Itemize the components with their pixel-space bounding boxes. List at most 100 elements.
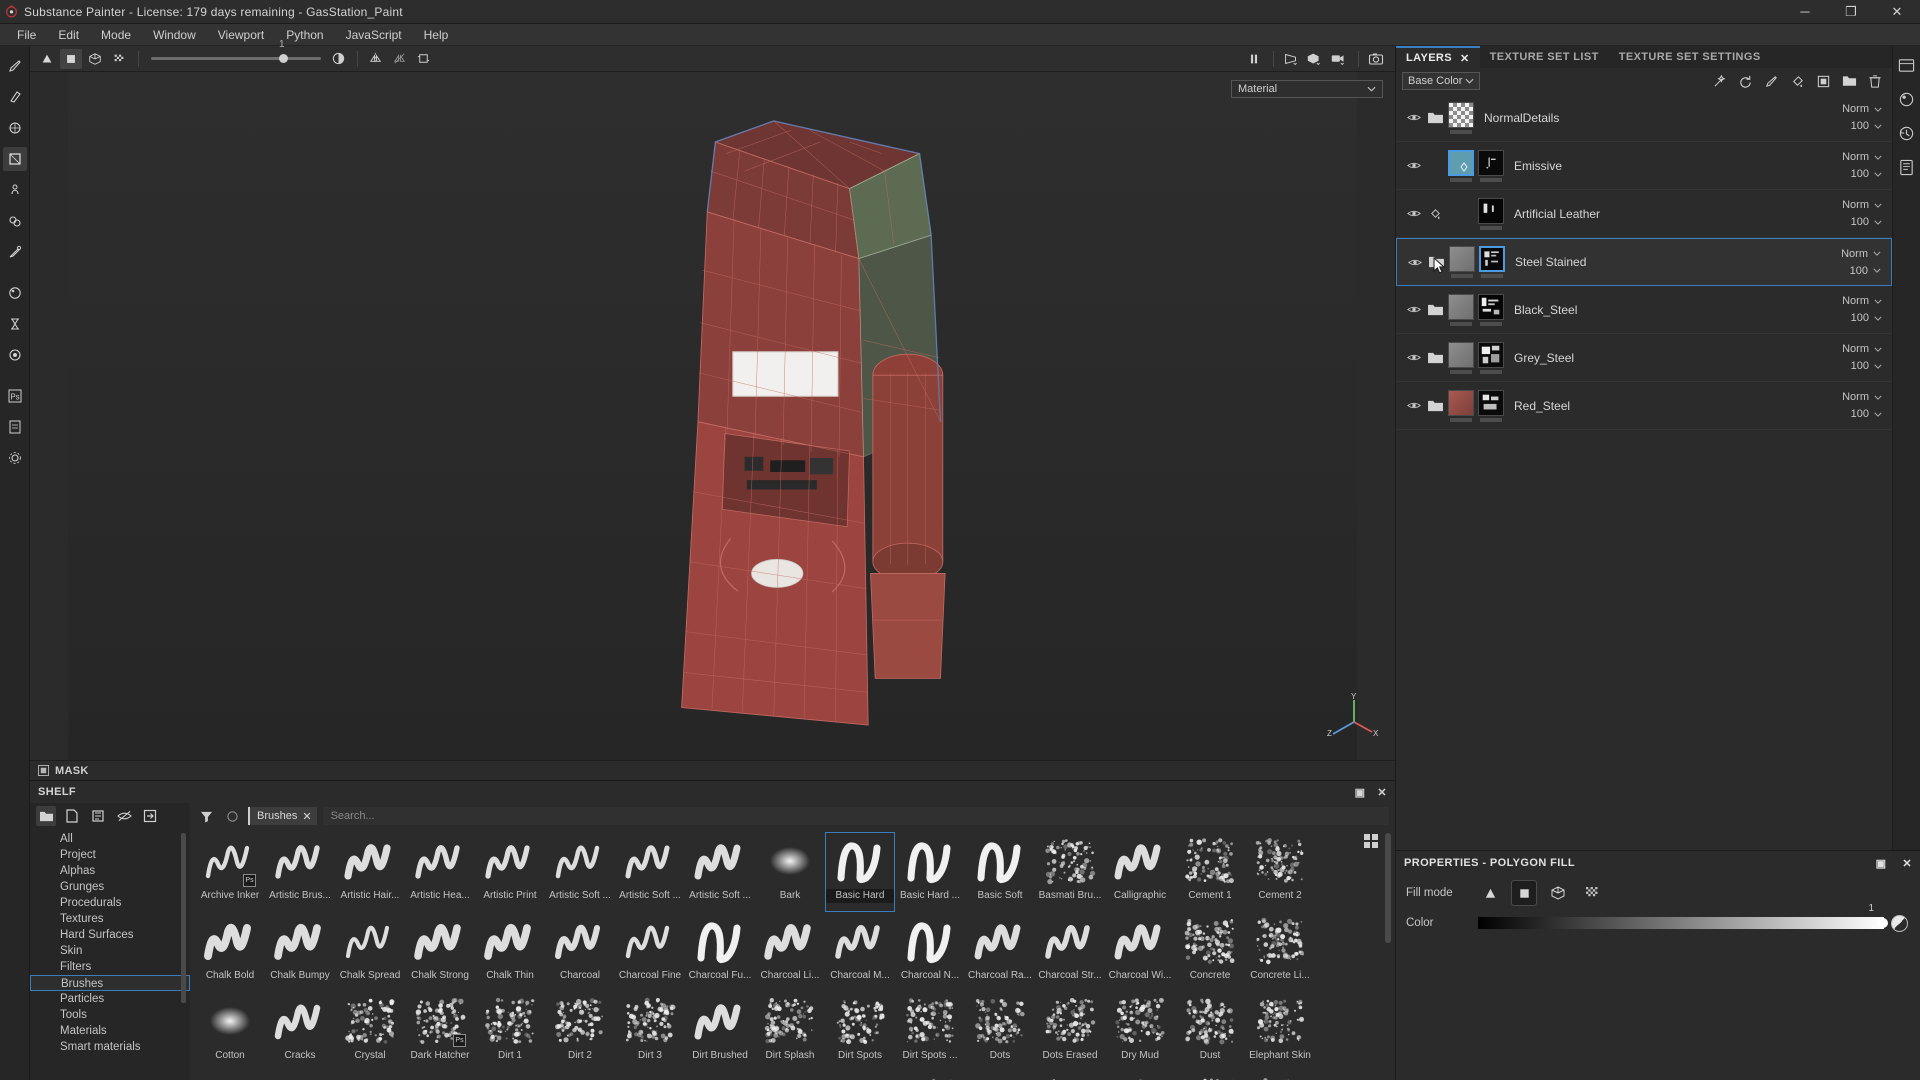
brush-item[interactable]: Elephant Skin <box>1246 993 1314 1071</box>
brush-item[interactable]: Chalk Strong <box>406 913 474 991</box>
brush-item[interactable]: Charcoal Wi... <box>1106 913 1174 991</box>
layer-row[interactable]: Grey_Steel Norm 100 <box>1396 334 1892 382</box>
tab-texture-set-list[interactable]: TEXTURE SET LIST <box>1480 46 1609 68</box>
brush-item[interactable]: Dust <box>1176 993 1244 1071</box>
brush-item[interactable]: Charcoal Li... <box>756 913 824 991</box>
layer-mask-thumbnail[interactable] <box>1478 341 1504 368</box>
fill-mode-uv-checker-icon[interactable] <box>108 49 130 69</box>
layer-row[interactable]: Artificial Leather Norm 100 <box>1396 190 1892 238</box>
brush-item[interactable]: Artistic Soft ... <box>686 833 754 911</box>
brush-item[interactable]: Felt Tip Wat... <box>266 1073 334 1080</box>
minimize-button[interactable]: ─ <box>1782 0 1828 24</box>
folder-add-icon[interactable] <box>1838 71 1860 91</box>
brush-item[interactable]: Concrete Li... <box>1246 913 1314 991</box>
brush-item[interactable]: Dirt 1 <box>476 993 544 1071</box>
slider-handle[interactable] <box>279 54 288 63</box>
menu-mode[interactable]: Mode <box>90 24 142 46</box>
hide-eye-icon[interactable] <box>114 806 134 826</box>
layer-visibility-eye-icon[interactable] <box>1405 257 1425 268</box>
pause-icon[interactable] <box>1243 49 1265 69</box>
layer-blend-mode[interactable]: Norm <box>1842 343 1882 355</box>
channel-dropdown[interactable]: Base Color <box>1402 72 1480 90</box>
brush-item[interactable] <box>616 1073 684 1080</box>
viewport-settings-icon[interactable] <box>1896 54 1918 76</box>
layer-content-thumbnail[interactable] <box>1449 246 1475 272</box>
brush-item[interactable]: Cement 2 <box>1246 833 1314 911</box>
menu-viewport[interactable]: Viewport <box>207 24 275 46</box>
brush-item[interactable]: Crystal <box>336 993 404 1071</box>
layer-visibility-eye-icon[interactable] <box>1404 208 1424 219</box>
layer-content-thumbnail[interactable] <box>1448 389 1474 416</box>
layer-mask-thumbnail[interactable] <box>1478 197 1504 224</box>
brush-item[interactable] <box>1176 1073 1244 1080</box>
brush-item[interactable] <box>896 1073 964 1080</box>
layer-blend-mode[interactable]: Norm <box>1842 391 1882 403</box>
shelf-category-skin[interactable]: Skin <box>30 943 190 959</box>
paint-layer-icon[interactable] <box>1760 71 1782 91</box>
brush-item[interactable]: Ps Dark Hatcher <box>406 993 474 1071</box>
brush-item[interactable]: Artistic Soft ... <box>616 833 684 911</box>
tiling-icon[interactable] <box>412 49 434 69</box>
shelf-category-hard-surfaces[interactable]: Hard Surfaces <box>30 927 190 943</box>
brush-item[interactable]: Fetl Tip Large <box>336 1073 404 1080</box>
brush-item[interactable] <box>1246 1073 1314 1080</box>
shelf-category-particles[interactable]: Particles <box>30 991 190 1007</box>
brush-item[interactable]: Dirt Spots <box>826 993 894 1071</box>
import-icon[interactable] <box>140 806 160 826</box>
fill-mode-cube-icon[interactable] <box>84 49 106 69</box>
fill-mode-square-icon[interactable] <box>1511 880 1537 906</box>
brush-item[interactable]: Chalk Bold <box>196 913 264 991</box>
funnel-filter-icon[interactable] <box>196 806 216 826</box>
clone-tool-icon[interactable] <box>3 209 27 233</box>
brush-item[interactable]: Charcoal Fine <box>616 913 684 991</box>
brush-item[interactable]: Charcoal Ra... <box>966 913 1034 991</box>
layer-list[interactable]: NormalDetails Norm 100 Emissive Norm 100 Artif… <box>1396 94 1892 850</box>
shelf-category-list[interactable]: All Project Alphas Grunges Procedurals Textur… <box>30 829 190 1080</box>
layer-visibility-eye-icon[interactable] <box>1404 112 1424 123</box>
symmetry-mirror-icon[interactable] <box>364 49 386 69</box>
layer-content-thumbnail[interactable] <box>1448 101 1474 128</box>
brush-item[interactable]: Dirt Splash <box>756 993 824 1071</box>
layer-content-thumbnail[interactable] <box>1448 341 1474 368</box>
shelf-category-grunges[interactable]: Grunges <box>30 879 190 895</box>
shelf-category-all[interactable]: All <box>30 831 190 847</box>
shader-settings-icon[interactable] <box>1896 88 1918 110</box>
shelf-float-icon[interactable]: ▣ <box>1355 786 1366 799</box>
layer-mask-thumbnail[interactable] <box>1478 149 1504 176</box>
layer-blend-mode[interactable]: Norm <box>1841 248 1881 260</box>
layer-visibility-eye-icon[interactable] <box>1404 160 1424 171</box>
tab-texture-set-settings[interactable]: TEXTURE SET SETTINGS <box>1609 46 1771 68</box>
layer-row[interactable]: Emissive Norm 100 <box>1396 142 1892 190</box>
brush-item[interactable]: Cracks <box>266 993 334 1071</box>
symmetry-off-icon[interactable] <box>388 49 410 69</box>
magic-wand-icon[interactable] <box>1708 71 1730 91</box>
brush-item[interactable] <box>406 1073 474 1080</box>
shelf-category-smart-materials[interactable]: Smart materials <box>30 1039 190 1055</box>
filter-chip-close-icon[interactable]: ✕ <box>302 810 311 823</box>
brush-item[interactable]: Charcoal <box>546 913 614 991</box>
layer-row[interactable]: Steel Stained Norm 100 <box>1396 238 1892 286</box>
layer-row[interactable]: Black_Steel Norm 100 <box>1396 286 1892 334</box>
shelf-category-project[interactable]: Project <box>30 847 190 863</box>
layer-mask-thumbnail[interactable] <box>1479 246 1505 272</box>
brush-tool-icon[interactable] <box>3 54 27 78</box>
photoshop-link-icon[interactable]: Ps <box>3 384 27 408</box>
tab-close-icon[interactable]: ✕ <box>1460 52 1470 65</box>
layer-opacity[interactable]: 100 <box>1851 216 1882 228</box>
brush-item[interactable]: Basmati Bru... <box>1036 833 1104 911</box>
camera-view-icon[interactable] <box>1328 49 1350 69</box>
properties-close-icon[interactable]: ✕ <box>1902 857 1912 870</box>
brush-item[interactable]: Artistic Print <box>476 833 544 911</box>
brush-item[interactable] <box>966 1073 1034 1080</box>
brush-item[interactable]: Concrete <box>1176 913 1244 991</box>
brush-item[interactable]: Artistic Brus... <box>266 833 334 911</box>
layer-blend-mode[interactable]: Norm <box>1842 103 1882 115</box>
layer-opacity[interactable]: 100 <box>1851 168 1882 180</box>
menu-javascript[interactable]: JavaScript <box>335 24 413 46</box>
fill-mode-square-icon[interactable] <box>60 48 82 69</box>
fill-mode-uv-checker-icon[interactable] <box>1580 881 1604 905</box>
menu-edit[interactable]: Edit <box>47 24 90 46</box>
brush-item[interactable]: Chalk Spread <box>336 913 404 991</box>
circle-icon[interactable] <box>222 806 242 826</box>
shelf-category-tools[interactable]: Tools <box>30 1007 190 1023</box>
